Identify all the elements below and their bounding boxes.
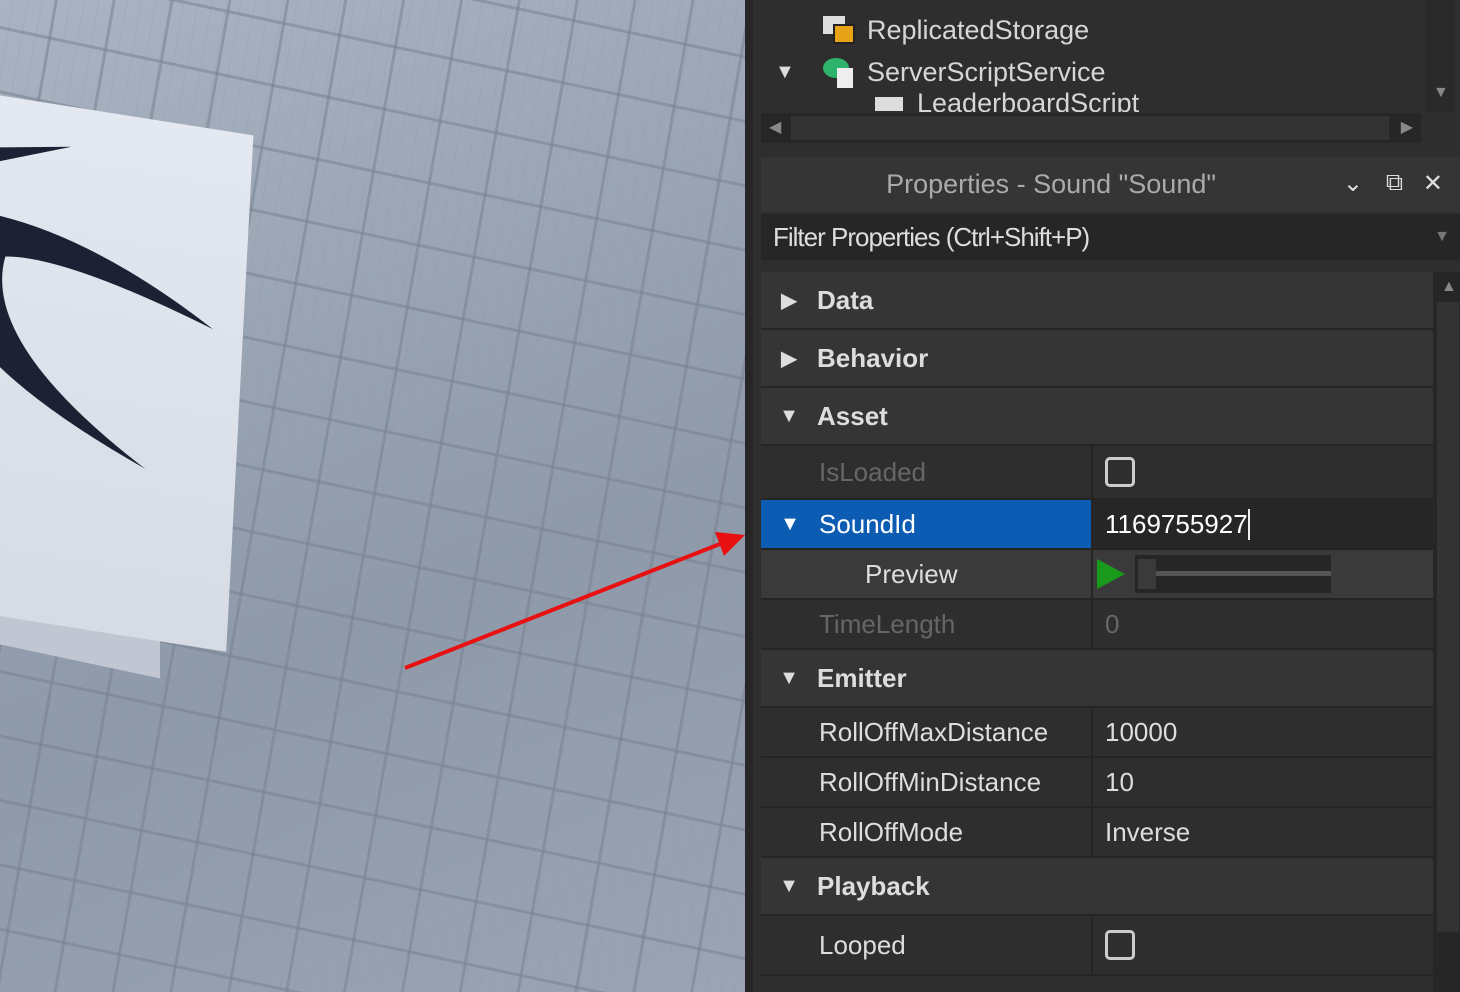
properties-vertical-scrollbar[interactable]: ▲ (1433, 272, 1460, 992)
property-row-looped: Looped (761, 916, 1433, 976)
category-label: Data (817, 284, 874, 315)
category-label: Asset (817, 400, 888, 431)
property-name: SoundId (819, 508, 916, 539)
tree-item-label: ReplicatedStorage (867, 14, 1090, 45)
expanded-arrow-icon: ▼ (779, 874, 799, 897)
property-row-isloaded: IsLoaded (761, 446, 1433, 500)
expanded-arrow-icon: ▼ (779, 404, 799, 427)
soundid-input[interactable]: 1169755927 (1093, 500, 1433, 548)
collapsed-arrow-icon: ▶ (781, 347, 797, 370)
properties-header: Properties - Sound "Sound" ⌄ ⧉ ✕ (761, 157, 1460, 212)
property-row-soundid[interactable]: ▼ SoundId 1169755927 (761, 500, 1433, 550)
expanded-arrow-icon: ▼ (779, 666, 799, 689)
property-row-rolloffmode: RollOffMode Inverse (761, 808, 1433, 858)
explorer-vertical-scrollbar[interactable]: ▼ (1425, 0, 1455, 112)
expanded-arrow-icon[interactable]: ▼ (761, 513, 819, 536)
scroll-left-icon[interactable]: ◀ (769, 117, 781, 137)
studio-side-panel: ReplicatedStorage ▼ ServerScriptService … (745, 0, 1460, 992)
property-name: RollOffMaxDistance (761, 708, 1093, 756)
category-emitter[interactable]: ▼ Emitter (761, 650, 1433, 708)
filter-properties-input[interactable]: Filter Properties (Ctrl+Shift+P) ▼ (761, 214, 1460, 260)
scrollbar-track[interactable] (791, 116, 1389, 140)
3d-viewport[interactable] (0, 0, 745, 992)
slider-thumb[interactable] (1138, 559, 1156, 589)
property-value[interactable]: 10 (1093, 758, 1433, 806)
property-name: Looped (761, 916, 1093, 974)
property-value[interactable]: 10000 (1093, 708, 1433, 756)
soundid-value: 1169755927 (1105, 508, 1250, 540)
tree-item-label: LeaderboardScript (917, 92, 1140, 112)
isloaded-checkbox[interactable] (1105, 457, 1135, 487)
property-value: 0 (1105, 608, 1120, 639)
property-value[interactable]: Inverse (1093, 808, 1433, 856)
dropdown-arrow-icon[interactable]: ▼ (1434, 214, 1450, 260)
preview-slider[interactable] (1135, 555, 1331, 593)
script-icon (873, 92, 907, 112)
scroll-up-icon[interactable]: ▲ (1441, 278, 1457, 296)
expand-arrow-icon[interactable]: ▼ (775, 61, 823, 84)
explorer-horizontal-scrollbar[interactable]: ◀ ▶ (761, 113, 1421, 143)
property-name: RollOffMode (761, 808, 1093, 856)
category-playback[interactable]: ▼ Playback (761, 858, 1433, 916)
play-icon[interactable] (1097, 559, 1125, 589)
collapsed-arrow-icon: ▶ (781, 289, 797, 312)
property-name: IsLoaded (761, 446, 1093, 498)
replicated-storage-icon (823, 14, 857, 46)
property-row-preview: Preview (761, 550, 1433, 600)
property-row-rolloffmaxdistance: RollOffMaxDistance 10000 (761, 708, 1433, 758)
property-name: TimeLength (761, 600, 1093, 648)
scrollbar-thumb[interactable] (1437, 302, 1459, 932)
category-label: Playback (817, 870, 930, 901)
property-row-timelength: TimeLength 0 (761, 600, 1433, 650)
category-data[interactable]: ▶ Data (761, 272, 1433, 330)
category-label: Behavior (817, 342, 929, 373)
tree-item-label: ServerScriptService (867, 56, 1106, 87)
chevron-down-icon[interactable]: ⌄ (1343, 169, 1363, 198)
category-asset[interactable]: ▼ Asset (761, 388, 1433, 446)
undock-icon[interactable]: ⧉ (1386, 169, 1403, 197)
close-icon[interactable]: ✕ (1423, 169, 1443, 198)
property-name: Preview (761, 550, 1093, 598)
property-row-rolloffmindistance: RollOffMinDistance 10 (761, 758, 1433, 808)
category-label: Emitter (817, 662, 907, 693)
scroll-down-icon[interactable]: ▼ (1433, 84, 1449, 102)
filter-placeholder: Filter Properties (Ctrl+Shift+P) (773, 222, 1090, 252)
property-name: RollOffMinDistance (761, 758, 1093, 806)
server-script-service-icon (823, 56, 857, 88)
properties-grid: ▶ Data ▶ Behavior ▼ Asset IsLoaded ▼ SoundId… (761, 272, 1433, 976)
looped-checkbox[interactable] (1105, 930, 1135, 960)
annotation-arrow (404, 532, 745, 670)
category-behavior[interactable]: ▶ Behavior (761, 330, 1433, 388)
property-name-cell: ▼ SoundId (761, 500, 1093, 548)
explorer-item-replicatedstorage[interactable]: ReplicatedStorage (823, 10, 1089, 50)
explorer-item-serverscriptservice[interactable]: ▼ ServerScriptService (775, 52, 1106, 92)
scroll-right-icon[interactable]: ▶ (1401, 117, 1413, 137)
properties-title: Properties - Sound "Sound" (886, 169, 1216, 199)
explorer-item-leaderboardscript[interactable]: LeaderboardScript (873, 92, 1139, 112)
